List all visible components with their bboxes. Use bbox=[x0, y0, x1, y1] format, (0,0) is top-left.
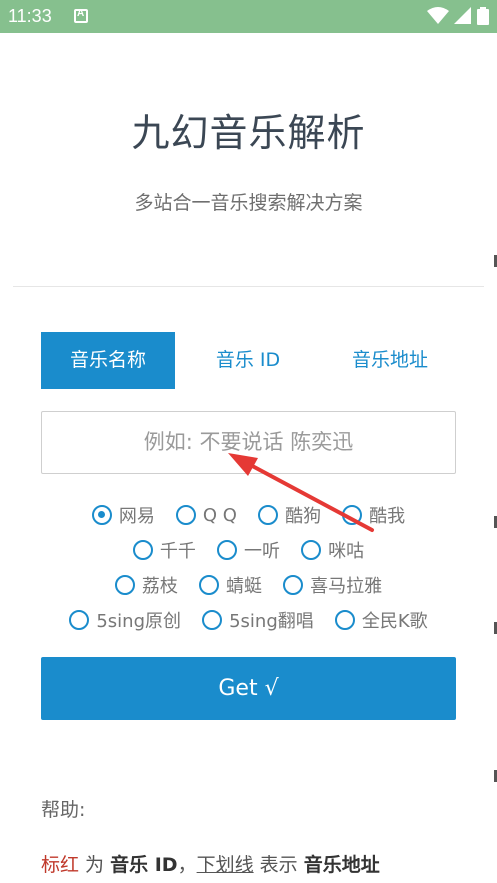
help-text: 标红 为 音乐 ID，下划线 表示 音乐地址 bbox=[41, 850, 380, 877]
search-input[interactable]: 例如: 不要说话 陈奕迅 bbox=[41, 411, 456, 474]
source-radio-qq[interactable]: Q Q bbox=[175, 505, 237, 526]
radio-unchecked-icon bbox=[199, 575, 219, 595]
source-row-4: 5sing原创 5sing翻唱 全民K歌 bbox=[0, 607, 497, 633]
source-radio-yiting[interactable]: 一听 bbox=[217, 537, 280, 563]
radio-unchecked-icon bbox=[334, 610, 355, 630]
radio-unchecked-icon bbox=[114, 575, 135, 595]
source-radio-lizhi[interactable]: 荔枝 bbox=[114, 572, 178, 598]
radio-checked-icon bbox=[91, 505, 112, 525]
status-time: 11:33 bbox=[8, 6, 52, 26]
header-divider bbox=[13, 286, 484, 287]
signal-icon bbox=[453, 7, 471, 24]
page-title: 九幻音乐解析 bbox=[131, 111, 366, 155]
radio-unchecked-icon bbox=[175, 505, 196, 525]
tab-music-name[interactable]: 音乐名称 bbox=[41, 332, 175, 389]
radio-unchecked-icon bbox=[69, 610, 90, 630]
search-mode-tabs: 音乐名称 音乐 ID 音乐地址 bbox=[41, 332, 456, 389]
source-radio-qingting[interactable]: 蜻蜓 bbox=[199, 572, 262, 598]
source-radio-netease[interactable]: 网易 bbox=[91, 502, 155, 528]
radio-unchecked-icon bbox=[283, 575, 304, 595]
source-radio-5sing-original[interactable]: 5sing原创 bbox=[69, 607, 181, 633]
help-bold-url: 音乐地址 bbox=[303, 854, 380, 876]
tab-music-id[interactable]: 音乐 ID bbox=[193, 332, 303, 389]
help-red-text: 标红 bbox=[41, 854, 80, 876]
radio-unchecked-icon bbox=[301, 540, 322, 560]
help-text-part: 表示 bbox=[253, 854, 304, 876]
radio-unchecked-icon bbox=[342, 505, 363, 525]
radio-unchecked-icon bbox=[258, 505, 279, 525]
radio-unchecked-icon bbox=[202, 610, 223, 630]
wifi-icon bbox=[426, 7, 449, 24]
help-text-part: ， bbox=[177, 854, 197, 876]
source-radio-quanmin-kge[interactable]: 全民K歌 bbox=[334, 607, 428, 633]
source-row-3: 荔枝 蜻蜓 喜马拉雅 bbox=[0, 572, 497, 598]
help-underline-text: 下划线 bbox=[196, 854, 254, 876]
help-title: 帮助: bbox=[41, 799, 86, 821]
radio-unchecked-icon bbox=[132, 540, 153, 560]
source-row-1: 网易 Q Q 酷狗 酷我 bbox=[0, 502, 497, 528]
status-bar: 11:33 bbox=[0, 0, 497, 33]
source-radio-migu[interactable]: 咪咕 bbox=[301, 537, 364, 563]
source-radio-ximalaya[interactable]: 喜马拉雅 bbox=[283, 572, 382, 598]
tab-music-url[interactable]: 音乐地址 bbox=[325, 332, 455, 389]
help-text-part: 为 bbox=[79, 854, 111, 876]
notification-a-icon bbox=[74, 8, 88, 23]
page-subtitle: 多站合一音乐搜索解决方案 bbox=[134, 192, 363, 214]
source-row-2: 千千 一听 咪咕 bbox=[0, 537, 497, 563]
radio-unchecked-icon bbox=[217, 540, 237, 560]
source-radio-kuwo[interactable]: 酷我 bbox=[342, 502, 405, 528]
source-radio-kugou[interactable]: 酷狗 bbox=[258, 502, 321, 528]
battery-icon bbox=[477, 7, 489, 25]
system-icons bbox=[426, 7, 489, 27]
get-button[interactable]: Get √ bbox=[41, 657, 456, 720]
source-radio-5sing-cover[interactable]: 5sing翻唱 bbox=[202, 607, 314, 633]
help-bold-id: 音乐 ID bbox=[110, 854, 178, 876]
source-radio-qianqian[interactable]: 千千 bbox=[132, 537, 196, 563]
